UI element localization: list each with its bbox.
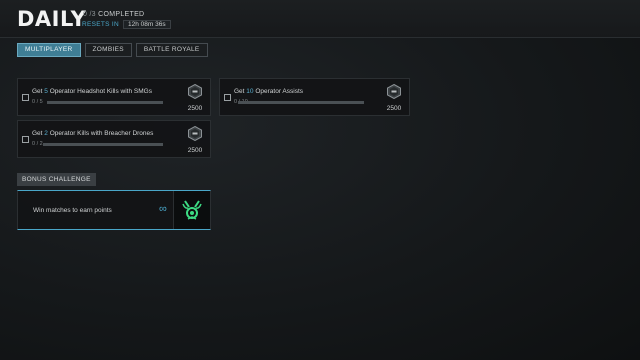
- challenge-title: Get 2 Operator Kills with Breacher Drone…: [32, 130, 154, 137]
- bonus-challenge-text: Win matches to earn points: [33, 207, 112, 214]
- challenge-progress-bar: [43, 143, 163, 146]
- xp-token-icon: [387, 84, 401, 99]
- bonus-challenge-label: BONUS CHALLENGE: [17, 173, 96, 186]
- challenge-card[interactable]: Get 10 Operator Assists 0 / 10 2500: [219, 78, 410, 116]
- challenge-card[interactable]: Get 5 Operator Headshot Kills with SMGs …: [17, 78, 211, 116]
- xp-token-icon: [188, 126, 202, 141]
- challenge-progress-bar: [238, 101, 364, 104]
- completed-label: COMPLETED: [98, 11, 145, 18]
- tab-zombies[interactable]: ZOMBIES: [84, 43, 132, 57]
- challenge-reward: 2500: [379, 79, 409, 115]
- challenge-reward: 2500: [180, 79, 210, 115]
- challenge-reward: 2500: [180, 121, 210, 157]
- header-bar: DAILY 0 /3 COMPLETED RESETS IN 12h 08m 3…: [0, 0, 640, 38]
- page-title: DAILY: [17, 7, 87, 31]
- challenge-checkbox[interactable]: [22, 94, 29, 101]
- reset-timer: 12h 08m 36s: [123, 20, 171, 29]
- challenge-title: Get 5 Operator Headshot Kills with SMGs: [32, 88, 152, 95]
- completed-count: 0 /3: [83, 11, 96, 18]
- challenge-checkbox[interactable]: [224, 94, 231, 101]
- medal-icon: [182, 200, 202, 220]
- bonus-reward: [173, 191, 210, 229]
- reset-info: RESETS IN 12h 08m 36s: [82, 20, 171, 29]
- mode-tabs: MULTIPLAYER ZOMBIES BATTLE ROYALE: [17, 43, 208, 57]
- completion-status: 0 /3 COMPLETED: [83, 11, 144, 18]
- challenge-title: Get 10 Operator Assists: [234, 88, 304, 95]
- tab-battle-royale[interactable]: BATTLE ROYALE: [135, 43, 208, 57]
- challenge-checkbox[interactable]: [22, 136, 29, 143]
- xp-token-icon: [188, 84, 202, 99]
- challenge-progress-text: 0 / 2: [32, 141, 43, 147]
- tab-multiplayer[interactable]: MULTIPLAYER: [17, 43, 81, 57]
- challenge-progress-bar: [47, 101, 163, 104]
- reward-value: 2500: [187, 105, 203, 112]
- challenge-progress-text: 0 / 5: [32, 99, 43, 105]
- infinity-icon: ∞: [159, 203, 167, 215]
- reward-value: 2500: [386, 105, 402, 112]
- resets-label: RESETS IN: [82, 21, 120, 28]
- bonus-challenge-card[interactable]: Win matches to earn points ∞: [17, 190, 211, 230]
- challenge-card[interactable]: Get 2 Operator Kills with Breacher Drone…: [17, 120, 211, 158]
- reward-value: 2500: [187, 147, 203, 154]
